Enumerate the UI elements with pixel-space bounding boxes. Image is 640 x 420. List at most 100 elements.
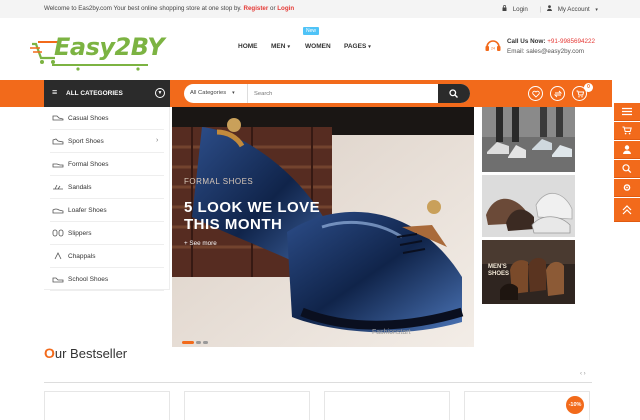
banner-subtitle: FORMAL SHOES <box>184 177 254 186</box>
sidebar-item-label: Casual Shoes <box>68 115 109 122</box>
search-icon <box>622 164 632 173</box>
my-account-button[interactable]: My Account <box>558 6 590 13</box>
caret-down-icon: ▾ <box>232 90 235 96</box>
sidebar-item-slippers[interactable]: Slippers <box>50 222 164 245</box>
sidebar-item-formal-shoes[interactable]: Formal Shoes <box>50 153 164 176</box>
carousel-dot[interactable] <box>182 341 194 344</box>
see-more-link[interactable]: + See more <box>184 240 217 247</box>
sidebar-item-label: Chappals <box>68 253 96 260</box>
headset-icon: 24 <box>485 40 501 51</box>
nav-men-label: MEN <box>271 43 286 50</box>
tool-settings-button[interactable] <box>614 179 640 197</box>
tool-search-button[interactable] <box>614 160 640 178</box>
scroll-top-button[interactable] <box>614 198 640 222</box>
slipper-icon <box>52 229 64 237</box>
wishlist-button[interactable] <box>528 86 543 101</box>
carousel-nav[interactable]: ‹ › <box>580 371 586 377</box>
cart-count-badge: 0 <box>584 83 593 92</box>
sidebar-item-chappals[interactable]: Chappals <box>50 245 164 268</box>
divider: | <box>539 6 542 13</box>
or-text: or <box>270 5 276 12</box>
sidebar-item-label: School Shoes <box>68 276 109 283</box>
all-categories-button[interactable]: ≡ ALL CATEGORIES ▼ <box>44 80 170 107</box>
compare-icon <box>554 90 562 98</box>
sandal-icon <box>53 184 63 190</box>
logo-part-2by: 2BY <box>114 33 165 61</box>
thumb-sneakers[interactable] <box>482 107 575 172</box>
thumb-label-line-2: SHOES <box>488 271 510 277</box>
call-us: Call Us Now: +91-9985694222 <box>507 38 595 45</box>
login-button[interactable]: Login <box>513 6 528 13</box>
double-chevron-up-icon <box>622 205 632 215</box>
nav-women[interactable]: WOMEN <box>305 43 331 50</box>
title-first-letter: O <box>44 345 55 361</box>
product-card[interactable] <box>184 391 310 420</box>
heart-icon <box>532 90 540 98</box>
login-link[interactable]: Login <box>277 5 294 12</box>
section-divider <box>44 382 592 383</box>
thumb-mens-shoes[interactable]: MEN'S SHOES <box>482 240 575 304</box>
sidebar-item-sport-shoes[interactable]: Sport Shoes › <box>50 130 164 153</box>
contact-info: 24 Call Us Now: +91-9985694222 Email: sa… <box>484 36 604 58</box>
hamburger-icon: ≡ <box>52 87 58 97</box>
watermark: Fashionstart <box>372 329 411 336</box>
register-link[interactable]: Register <box>244 5 269 12</box>
email-address[interactable]: Email: sales@easy2by.com <box>507 48 584 55</box>
title-rest: ur Bestseller <box>54 346 128 361</box>
new-badge: New <box>303 27 320 35</box>
lock-icon <box>502 5 509 13</box>
formal-shoe-icon <box>52 163 64 168</box>
product-card[interactable] <box>44 391 170 420</box>
banner-headline-line-2: THIS MONTH <box>184 216 283 233</box>
school-shoe-icon <box>52 277 64 283</box>
tool-menu-button[interactable] <box>614 103 640 121</box>
carousel-dot[interactable] <box>196 341 201 344</box>
sport-shoe-icon <box>52 138 64 145</box>
compare-button[interactable] <box>550 86 565 101</box>
nav-men[interactable]: MEN ▾ <box>271 43 290 50</box>
sidebar-item-label: Slippers <box>68 230 92 237</box>
nav-pages-label: PAGES <box>344 43 367 50</box>
top-bar: Welcome to Eas2by.com Your best online s… <box>0 0 640 18</box>
thumb-casual-shoes[interactable] <box>482 175 575 237</box>
thumb-label-line-1: MEN'S <box>488 264 507 270</box>
all-categories-label: ALL CATEGORIES <box>66 90 123 97</box>
phone-number[interactable]: +91-9985694222 <box>547 38 595 45</box>
user-icon <box>623 145 631 154</box>
cart-icon <box>576 90 584 98</box>
cart-icon <box>622 126 632 135</box>
caret-down-icon: ▾ <box>287 44 290 50</box>
gear-icon <box>623 184 631 191</box>
logo-part-easy: Easy <box>54 33 115 61</box>
hero-banner[interactable]: FORMAL SHOES 5 LOOK WE LOVE THIS MONTH +… <box>172 107 474 347</box>
product-card[interactable] <box>324 391 450 420</box>
search-button[interactable] <box>438 84 470 103</box>
account-links: Login | My Account ▾ <box>502 5 602 13</box>
site-logo[interactable]: Easy2BY <box>30 32 170 72</box>
sidebar-item-school-shoes[interactable]: School Shoes <box>50 268 164 291</box>
tool-account-button[interactable] <box>614 141 640 159</box>
chevron-down-icon: ▼ <box>155 88 165 98</box>
search-category-select[interactable]: All Categories ▾ <box>190 90 235 96</box>
shoe-icon <box>52 115 64 121</box>
sidebar-item-label: Loafer Shoes <box>68 207 107 214</box>
tool-cart-button[interactable] <box>614 122 640 140</box>
sidebar-item-casual-shoes[interactable]: Casual Shoes <box>50 107 164 130</box>
logo-underline-icon <box>52 64 148 71</box>
sidebar-item-sandals[interactable]: Sandals <box>50 176 164 199</box>
discount-badge: -10% <box>566 396 584 414</box>
nav-pages[interactable]: PAGES ▾ <box>344 43 371 50</box>
caret-down-icon: ▾ <box>368 44 371 50</box>
banner-headline: 5 LOOK WE LOVE THIS MONTH <box>184 199 320 233</box>
search-input[interactable] <box>248 84 421 103</box>
sidebar-item-label: Sport Shoes <box>68 138 104 145</box>
list-icon <box>622 107 632 116</box>
call-label: Call Us Now: <box>507 38 546 45</box>
nav-home[interactable]: HOME <box>238 43 258 50</box>
thumb-label: MEN'S SHOES <box>488 264 509 278</box>
sidebar-item-label: Sandals <box>68 184 92 191</box>
chevron-right-icon: › <box>156 137 159 144</box>
sidebar-item-loafer-shoes[interactable]: Loafer Shoes <box>50 199 164 222</box>
carousel-dot[interactable] <box>203 341 208 344</box>
sneakers-image <box>482 107 575 172</box>
